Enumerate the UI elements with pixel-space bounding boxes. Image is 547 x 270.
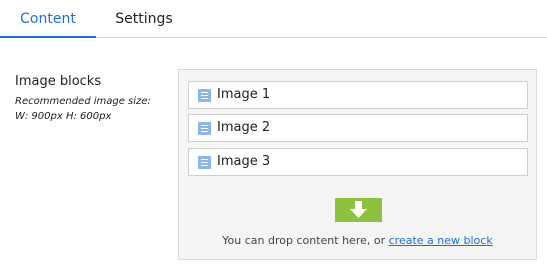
block-icon [198,89,211,102]
tab-bar: Content Settings [0,0,547,38]
drop-hint: You can drop content here, or create a n… [179,234,536,247]
drop-target[interactable] [335,198,382,222]
content-block-image-3[interactable]: Image 3 [188,148,528,176]
hint-line-2: W: 900px H: 600px [15,111,112,122]
tab-settings[interactable]: Settings [96,0,192,38]
content-area: Image 1 Image 2 Image 3 You can drop con… [178,69,537,260]
content-block-image-2[interactable]: Image 2 [188,114,528,142]
field-hint: Recommended image size: W: 900px H: 600p… [15,94,175,124]
hint-line-1: Recommended image size: [15,96,151,107]
drop-hint-text: You can drop content here, or [222,234,386,247]
block-icon [198,122,211,135]
tab-content[interactable]: Content [0,0,96,38]
block-icon [198,156,211,169]
create-new-block-link[interactable]: create a new block [389,234,493,247]
field-label: Image blocks [15,74,102,89]
block-label: Image 2 [217,120,271,135]
block-label: Image 3 [217,154,271,169]
block-label: Image 1 [217,87,271,102]
content-block-image-1[interactable]: Image 1 [188,81,528,109]
down-arrow-icon [350,201,367,218]
